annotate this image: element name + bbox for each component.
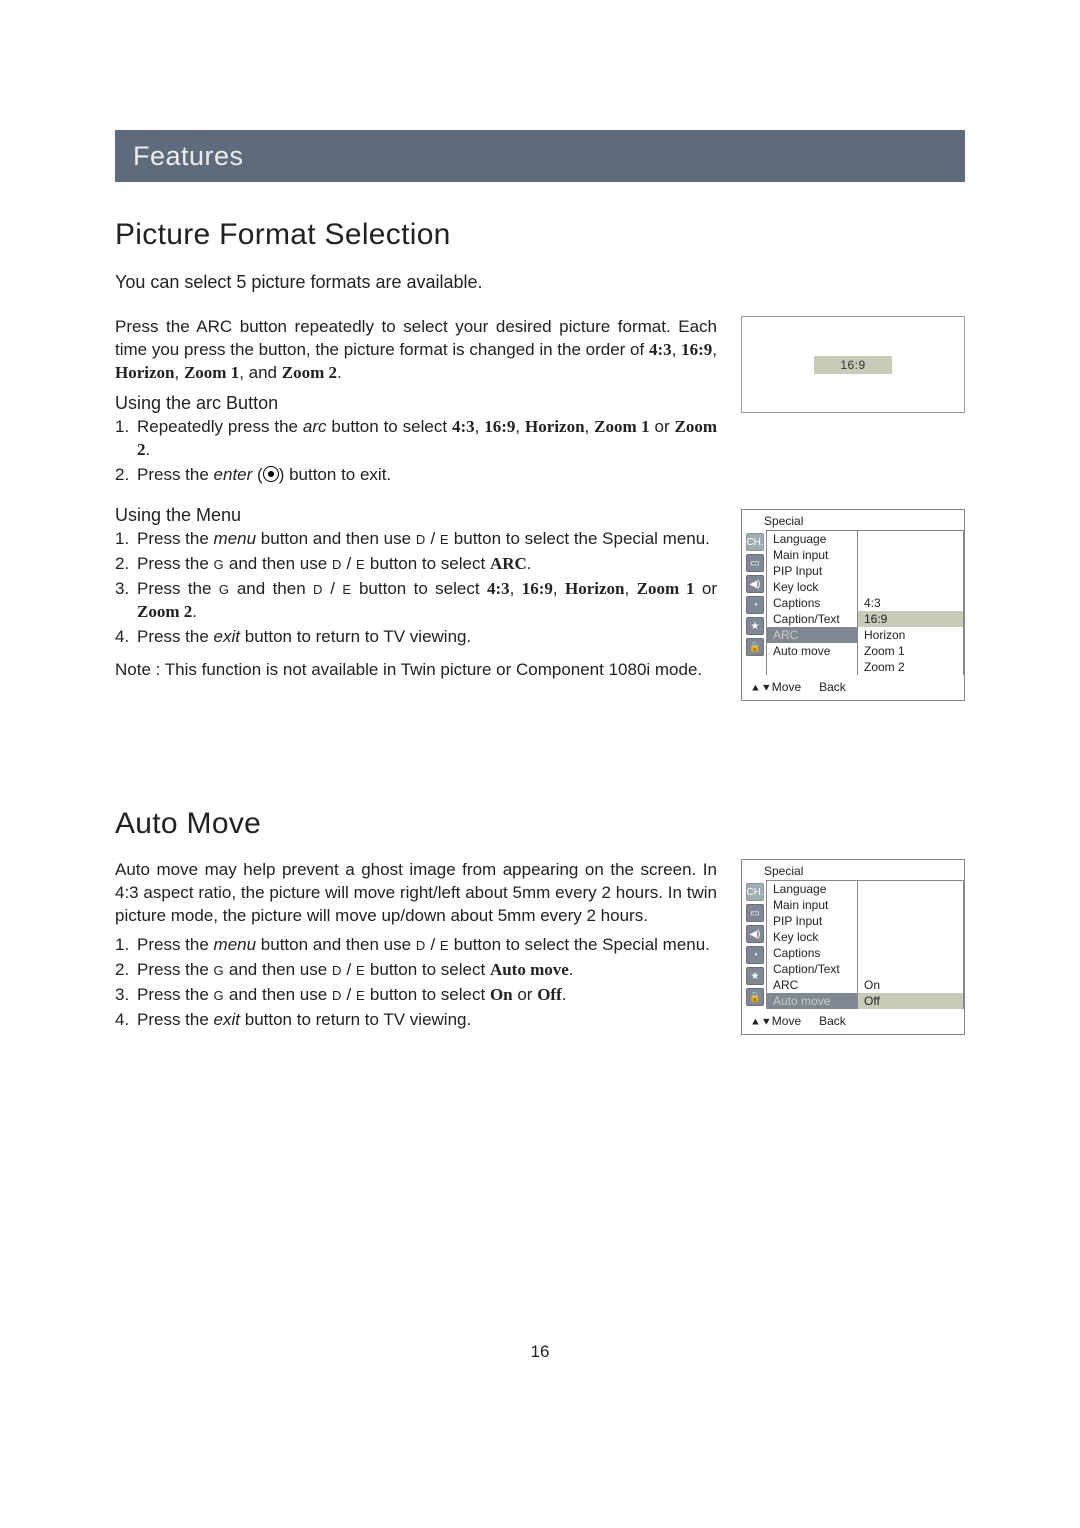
section1-intro: You can select 5 picture formats are ava… xyxy=(115,270,965,294)
menu-step-4: Press the exit button to return to TV vi… xyxy=(115,626,717,649)
input-icon: ▭ xyxy=(746,904,764,922)
menu-step-3: Press the G and then D / E button to sel… xyxy=(115,578,717,624)
menu-step-1: Press the menu button and then use D / E… xyxy=(115,528,717,551)
star-icon: ★ xyxy=(746,967,764,985)
osd-right-item xyxy=(858,563,963,579)
osd-right-item xyxy=(858,547,963,563)
osd-right-item xyxy=(858,881,963,897)
audio-icon: ◀) xyxy=(746,925,764,943)
osd-left-item: Auto move xyxy=(767,993,857,1009)
automove-step-2: Press the G and then use D / E button to… xyxy=(115,959,717,982)
subhead-arc-button: Using the arc Button xyxy=(115,393,717,414)
star-icon: ★ xyxy=(746,617,764,635)
page-number: 16 xyxy=(115,1342,965,1362)
osd-right-item: 16:9 xyxy=(858,611,963,627)
clock-icon: ◔ xyxy=(746,946,764,964)
osd-left-item: Captions xyxy=(767,945,857,961)
osd-right-item: Off xyxy=(858,993,963,1009)
preview-label: 16:9 xyxy=(814,356,891,374)
section2-intro: Auto move may help prevent a ghost image… xyxy=(115,859,717,928)
enter-icon xyxy=(263,466,279,482)
updown-icon: ▲▼ xyxy=(750,683,772,694)
automove-step-3: Press the G and then use D / E button to… xyxy=(115,984,717,1007)
osd-left-item: Key lock xyxy=(767,929,857,945)
lock-icon: 🔒 xyxy=(746,988,764,1006)
osd-left-item: Captions xyxy=(767,595,857,611)
clock-icon: ◔ xyxy=(746,596,764,614)
menu-steps-1: Press the menu button and then use D / E… xyxy=(115,528,717,649)
osd-right-item: Zoom 1 xyxy=(858,643,963,659)
osd-right-item: 4:3 xyxy=(858,595,963,611)
section-title-picture-format: Picture Format Selection xyxy=(115,218,965,252)
automove-steps: Press the menu button and then use D / E… xyxy=(115,934,717,1032)
osd-right-item xyxy=(858,579,963,595)
osd-left-item: Key lock xyxy=(767,579,857,595)
osd-right-item: On xyxy=(858,977,963,993)
channel-icon: CH. xyxy=(746,533,764,551)
osd-left-item: Language xyxy=(767,881,857,897)
osd-right-item xyxy=(858,961,963,977)
osd-right-item xyxy=(858,913,963,929)
osd-title: Special xyxy=(742,860,964,880)
osd-menu-automove: Special CH. ▭ ◀) ◔ ★ 🔒 LanguageMain inpu… xyxy=(741,859,965,1035)
osd-left-item: Caption/Text xyxy=(767,961,857,977)
osd-footer: ▲▼Move Back xyxy=(742,675,964,700)
osd-left-item: PIP Input xyxy=(767,913,857,929)
audio-icon: ◀) xyxy=(746,575,764,593)
osd-right-item xyxy=(858,531,963,547)
osd-icon-column: CH. ▭ ◀) ◔ ★ 🔒 xyxy=(742,880,766,1009)
automove-step-4: Press the exit button to return to TV vi… xyxy=(115,1009,717,1032)
osd-left-item: Main input xyxy=(767,897,857,913)
subhead-using-menu: Using the Menu xyxy=(115,505,717,526)
channel-icon: CH. xyxy=(746,883,764,901)
arc-step-1: Repeatedly press the arc button to selec… xyxy=(115,416,717,462)
osd-right-item: Zoom 2 xyxy=(858,659,963,675)
arc-step-2: Press the enter () button to exit. xyxy=(115,464,717,487)
header-bar: Features xyxy=(115,130,965,182)
header-title: Features xyxy=(133,141,244,172)
osd-left-item: Main input xyxy=(767,547,857,563)
automove-step-1: Press the menu button and then use D / E… xyxy=(115,934,717,957)
section1-note: Note : This function is not available in… xyxy=(115,659,717,682)
updown-icon: ▲▼ xyxy=(750,1017,772,1028)
osd-left-item: ARC xyxy=(767,627,857,643)
input-icon: ▭ xyxy=(746,554,764,572)
osd-menu-arc: Special CH. ▭ ◀) ◔ ★ 🔒 LanguageMain inpu… xyxy=(741,509,965,701)
osd-right-item xyxy=(858,945,963,961)
osd-right-item xyxy=(858,929,963,945)
menu-step-2: Press the G and then use D / E button to… xyxy=(115,553,717,576)
osd-left-item: Auto move xyxy=(767,643,857,659)
osd-left-item: Caption/Text xyxy=(767,611,857,627)
osd-left-item: ARC xyxy=(767,977,857,993)
lock-icon: 🔒 xyxy=(746,638,764,656)
preview-box-16-9: 16:9 xyxy=(741,316,965,413)
section-title-auto-move: Auto Move xyxy=(115,807,965,841)
osd-left-item: PIP Input xyxy=(767,563,857,579)
osd-title: Special xyxy=(742,510,964,530)
osd-right-item: Horizon xyxy=(858,627,963,643)
section1-paragraph: Press the ARC button repeatedly to selec… xyxy=(115,316,717,385)
osd-right-item xyxy=(858,897,963,913)
arc-steps: Repeatedly press the arc button to selec… xyxy=(115,416,717,487)
osd-footer: ▲▼Move Back xyxy=(742,1009,964,1034)
osd-icon-column: CH. ▭ ◀) ◔ ★ 🔒 xyxy=(742,530,766,675)
osd-left-item: Language xyxy=(767,531,857,547)
